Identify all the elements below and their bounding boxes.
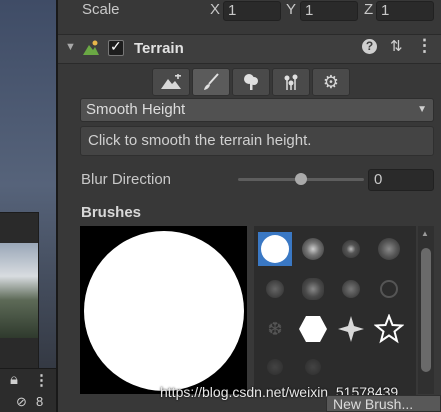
gear-icon: ⚙ bbox=[322, 71, 340, 92]
brush-item[interactable]: ❆ bbox=[258, 312, 292, 346]
brush-item[interactable] bbox=[296, 312, 330, 346]
checkmark-icon: ✓ bbox=[110, 38, 122, 54]
flowers-icon bbox=[284, 74, 298, 90]
terrain-icon bbox=[82, 39, 100, 57]
preset-icon[interactable]: ⇅ bbox=[390, 37, 403, 55]
foldout-arrow-icon[interactable]: ▼ bbox=[65, 41, 76, 53]
scale-x-value: 1 bbox=[228, 2, 237, 19]
brush-item[interactable] bbox=[334, 232, 368, 266]
tree-icon bbox=[244, 74, 258, 90]
visibility-count: 8 bbox=[36, 394, 44, 409]
terrain-settings-button[interactable]: ⚙ bbox=[312, 68, 350, 96]
help-icon[interactable]: ? bbox=[362, 39, 377, 54]
brush-item[interactable] bbox=[296, 350, 330, 384]
raise-lower-terrain-button[interactable] bbox=[152, 68, 190, 96]
mountain-plus-icon bbox=[161, 74, 181, 89]
brush-grid[interactable]: ❆ bbox=[254, 226, 416, 396]
brush-icon bbox=[204, 73, 219, 90]
paint-mode-dropdown[interactable]: Smooth Height ▼ bbox=[80, 98, 434, 122]
scale-x-field[interactable]: 1 bbox=[223, 1, 281, 21]
brush-preview-shape bbox=[84, 231, 244, 391]
scale-x-label[interactable]: X bbox=[210, 1, 220, 18]
context-menu-icon[interactable]: ⋮ bbox=[416, 36, 433, 56]
scale-z-field[interactable]: 1 bbox=[376, 1, 434, 21]
scale-z-value: 1 bbox=[381, 2, 390, 19]
chevron-down-icon: ▼ bbox=[417, 104, 427, 115]
brush-preview bbox=[80, 226, 247, 394]
scale-y-value: 1 bbox=[305, 2, 314, 19]
scatter-brush-icon bbox=[266, 280, 284, 298]
scale-y-field[interactable]: 1 bbox=[300, 1, 358, 21]
scale-z-label[interactable]: Z bbox=[364, 1, 373, 18]
paint-mode-description: Click to smooth the terrain height. bbox=[88, 132, 312, 149]
soft-small-brush-icon bbox=[342, 240, 360, 258]
brush-item[interactable] bbox=[296, 232, 330, 266]
flame-brush-icon: ❆ bbox=[267, 318, 283, 339]
noise-brush-icon bbox=[378, 238, 400, 260]
faint-brush-icon bbox=[267, 359, 283, 375]
splatter-brush-icon bbox=[302, 278, 324, 300]
new-brush-button[interactable]: New Brush... bbox=[326, 395, 441, 412]
scale-y-label[interactable]: Y bbox=[286, 1, 296, 18]
paint-details-button[interactable] bbox=[272, 68, 310, 96]
lock-icon[interactable]: 🔒︎ bbox=[10, 371, 18, 388]
brush-grid-scroll-thumb[interactable] bbox=[421, 248, 431, 372]
scene-preview-image bbox=[0, 243, 38, 338]
scene-toolbar: 🔒︎ ⋮ ⊘ 8 bbox=[0, 368, 56, 412]
paint-mode-selected: Smooth Height bbox=[86, 101, 186, 118]
scroll-up-icon[interactable]: ▲ bbox=[421, 229, 429, 238]
brush-item-selected[interactable] bbox=[258, 232, 292, 266]
menu-icon[interactable]: ⋮ bbox=[34, 371, 49, 389]
component-title: Terrain bbox=[134, 40, 184, 57]
star-outline-brush-icon bbox=[374, 314, 404, 344]
blur-direction-value: 0 bbox=[374, 171, 383, 188]
hexagon-brush-icon bbox=[299, 316, 327, 342]
scene-view[interactable]: 🔒︎ ⋮ ⊘ 8 bbox=[0, 0, 56, 412]
scene-preview-panel bbox=[0, 212, 39, 370]
brush-item[interactable] bbox=[372, 232, 406, 266]
brush-item[interactable] bbox=[334, 312, 368, 346]
paint-trees-button[interactable] bbox=[232, 68, 270, 96]
brushes-label: Brushes bbox=[81, 204, 142, 221]
ring-brush-icon bbox=[380, 280, 398, 298]
brush-item[interactable] bbox=[258, 350, 292, 384]
brush-item[interactable] bbox=[296, 272, 330, 306]
blur-direction-field[interactable]: 0 bbox=[368, 169, 434, 191]
scale-label: Scale bbox=[82, 1, 120, 18]
faint-brush-icon bbox=[305, 359, 321, 375]
enabled-checkbox[interactable]: ✓ bbox=[108, 38, 124, 56]
soft-round-brush-icon bbox=[302, 238, 324, 260]
paint-terrain-button[interactable] bbox=[192, 68, 230, 96]
visibility-icon[interactable]: ⊘ bbox=[16, 394, 27, 410]
terrain-component-header[interactable]: ▼ ✓ Terrain ? ⇅ ⋮ bbox=[58, 34, 441, 64]
blur-direction-slider-knob[interactable] bbox=[295, 173, 307, 185]
brush-item[interactable] bbox=[334, 272, 368, 306]
blur-direction-label: Blur Direction bbox=[81, 171, 172, 188]
sparkle-brush-icon bbox=[338, 316, 364, 342]
paint-mode-help-box: Click to smooth the terrain height. bbox=[80, 126, 434, 156]
brush-item[interactable] bbox=[258, 272, 292, 306]
dots-brush-icon bbox=[342, 280, 360, 298]
brush-item[interactable] bbox=[372, 312, 406, 346]
hard-round-brush-icon bbox=[261, 235, 289, 263]
brush-item[interactable] bbox=[372, 272, 406, 306]
